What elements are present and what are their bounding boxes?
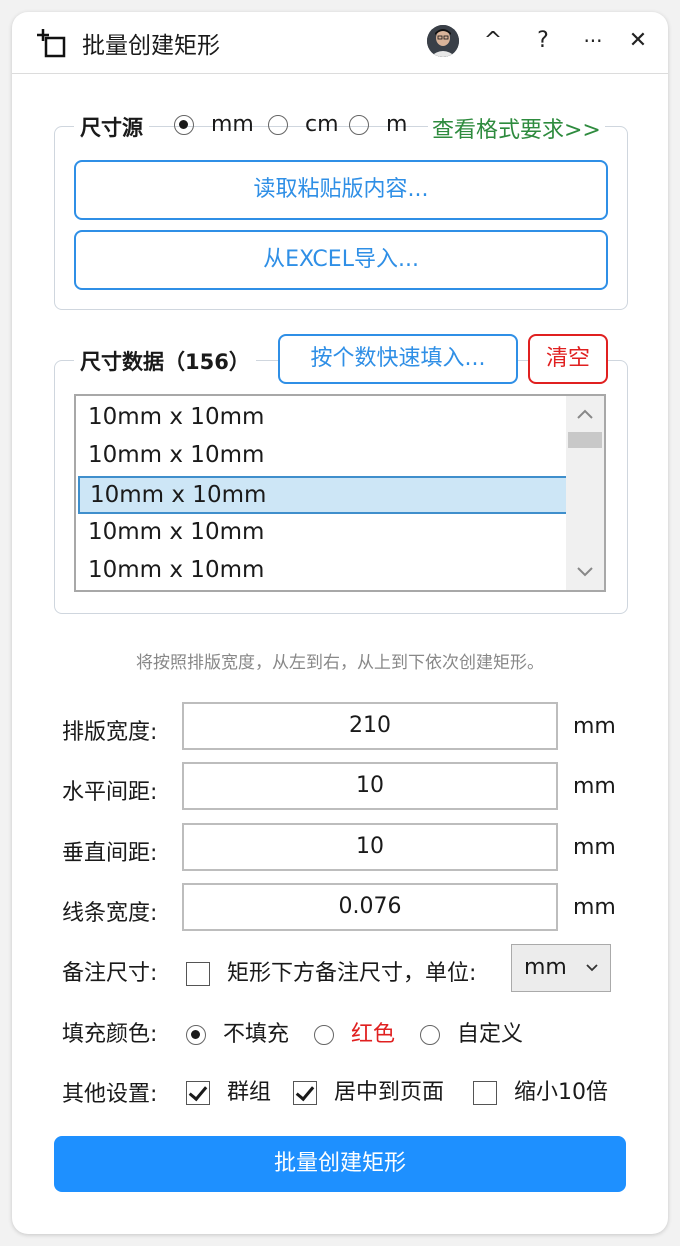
- radio-fill-custom[interactable]: [420, 1025, 440, 1045]
- v-gap-label: 垂直间距:: [62, 841, 158, 866]
- close-icon[interactable]: ✕: [623, 26, 653, 56]
- layout-hint: 将按照排版宽度，从左到右，从上到下依次创建矩形。: [136, 653, 544, 673]
- scale-down-checkbox[interactable]: [473, 1081, 497, 1105]
- center-page-checkbox[interactable]: [293, 1081, 317, 1105]
- dialog-window: 批量创建矩形 ^ ? ··· ✕ 尺寸源 mm cm m 查看格式要求>> 读取…: [12, 12, 668, 1234]
- layout-width-unit: mm: [573, 714, 616, 739]
- size-source-legend: 尺寸源: [74, 112, 149, 142]
- list-item[interactable]: 10mm x 10mm: [76, 551, 564, 589]
- fill-red-label: 红色: [351, 1022, 396, 1047]
- user-avatar[interactable]: [427, 25, 459, 57]
- radio-mm[interactable]: [174, 115, 194, 135]
- list-item[interactable]: 10mm x 10mm: [76, 436, 564, 474]
- list-item-selected[interactable]: 10mm x 10mm: [78, 476, 568, 514]
- fill-none-label: 不填充: [223, 1022, 290, 1047]
- chevron-down-icon: [586, 964, 598, 972]
- line-width-input[interactable]: 0.076: [182, 883, 558, 931]
- list-item[interactable]: 10mm x 10mm: [76, 513, 564, 551]
- annotation-checkbox-row[interactable]: 矩形下方备注尺寸，单位:: [186, 955, 476, 987]
- radio-fill-red[interactable]: [314, 1025, 334, 1045]
- line-width-label: 线条宽度:: [62, 901, 158, 926]
- unit-radio-cm[interactable]: cm: [268, 112, 339, 137]
- unit-radio-mm[interactable]: mm: [174, 112, 254, 137]
- h-gap-label: 水平间距:: [62, 780, 158, 805]
- layout-width-input[interactable]: 210: [182, 702, 558, 750]
- radio-cm[interactable]: [268, 115, 288, 135]
- group-option[interactable]: 群组: [186, 1074, 271, 1106]
- read-clipboard-button[interactable]: 读取粘贴版内容...: [74, 160, 608, 220]
- add-rectangle-icon: [37, 29, 66, 58]
- scroll-thumb[interactable]: [568, 432, 602, 448]
- more-icon[interactable]: ···: [578, 26, 608, 56]
- center-page-option[interactable]: 居中到页面: [293, 1074, 444, 1106]
- annotation-checkbox-label: 矩形下方备注尺寸，单位:: [227, 961, 477, 986]
- format-requirements-link[interactable]: 查看格式要求>>: [428, 112, 605, 144]
- v-gap-unit: mm: [573, 835, 616, 860]
- radio-cm-label: cm: [305, 112, 339, 137]
- group-label: 群组: [227, 1080, 272, 1105]
- quick-fill-button[interactable]: 按个数快速填入...: [278, 334, 518, 384]
- line-width-unit: mm: [573, 895, 616, 920]
- fill-custom-option[interactable]: 自定义: [420, 1016, 523, 1048]
- scroll-down-icon[interactable]: [576, 566, 594, 578]
- clear-button[interactable]: 清空: [528, 334, 608, 384]
- radio-mm-label: mm: [211, 112, 254, 137]
- import-excel-button[interactable]: 从EXCEL导入...: [74, 230, 608, 290]
- scale-down-option[interactable]: 缩小10倍: [473, 1074, 608, 1106]
- v-gap-input[interactable]: 10: [182, 823, 558, 871]
- radio-m[interactable]: [349, 115, 369, 135]
- help-icon[interactable]: ?: [528, 26, 558, 56]
- annotation-label: 备注尺寸:: [62, 961, 158, 986]
- unit-radio-m[interactable]: m: [349, 112, 407, 137]
- radio-fill-none[interactable]: [186, 1025, 206, 1045]
- size-data-legend: 尺寸数据（156）: [74, 346, 256, 376]
- fill-custom-label: 自定义: [457, 1022, 524, 1047]
- center-page-label: 居中到页面: [334, 1080, 445, 1105]
- title-bar: 批量创建矩形 ^ ? ··· ✕: [12, 12, 668, 74]
- group-checkbox[interactable]: [186, 1081, 210, 1105]
- fill-color-label: 填充颜色:: [62, 1022, 158, 1047]
- window-title: 批量创建矩形: [82, 33, 220, 59]
- annotation-unit-select[interactable]: mm: [511, 944, 611, 992]
- list-scrollbar[interactable]: [566, 396, 604, 590]
- collapse-icon[interactable]: ^: [478, 26, 508, 56]
- annotation-unit-value: mm: [524, 955, 567, 980]
- size-list[interactable]: 10mm x 10mm 10mm x 10mm 10mm x 10mm 10mm…: [74, 394, 606, 592]
- other-settings-label: 其他设置:: [62, 1082, 158, 1107]
- radio-m-label: m: [386, 112, 408, 137]
- batch-create-button[interactable]: 批量创建矩形: [54, 1136, 626, 1192]
- h-gap-unit: mm: [573, 774, 616, 799]
- fill-red-option[interactable]: 红色: [314, 1016, 395, 1048]
- annotation-checkbox[interactable]: [186, 962, 210, 986]
- fill-none-option[interactable]: 不填充: [186, 1016, 289, 1048]
- layout-width-label: 排版宽度:: [62, 720, 158, 745]
- scroll-up-icon[interactable]: [576, 408, 594, 420]
- h-gap-input[interactable]: 10: [182, 762, 558, 810]
- scale-down-label: 缩小10倍: [514, 1080, 608, 1105]
- list-item[interactable]: 10mm x 10mm: [76, 398, 564, 436]
